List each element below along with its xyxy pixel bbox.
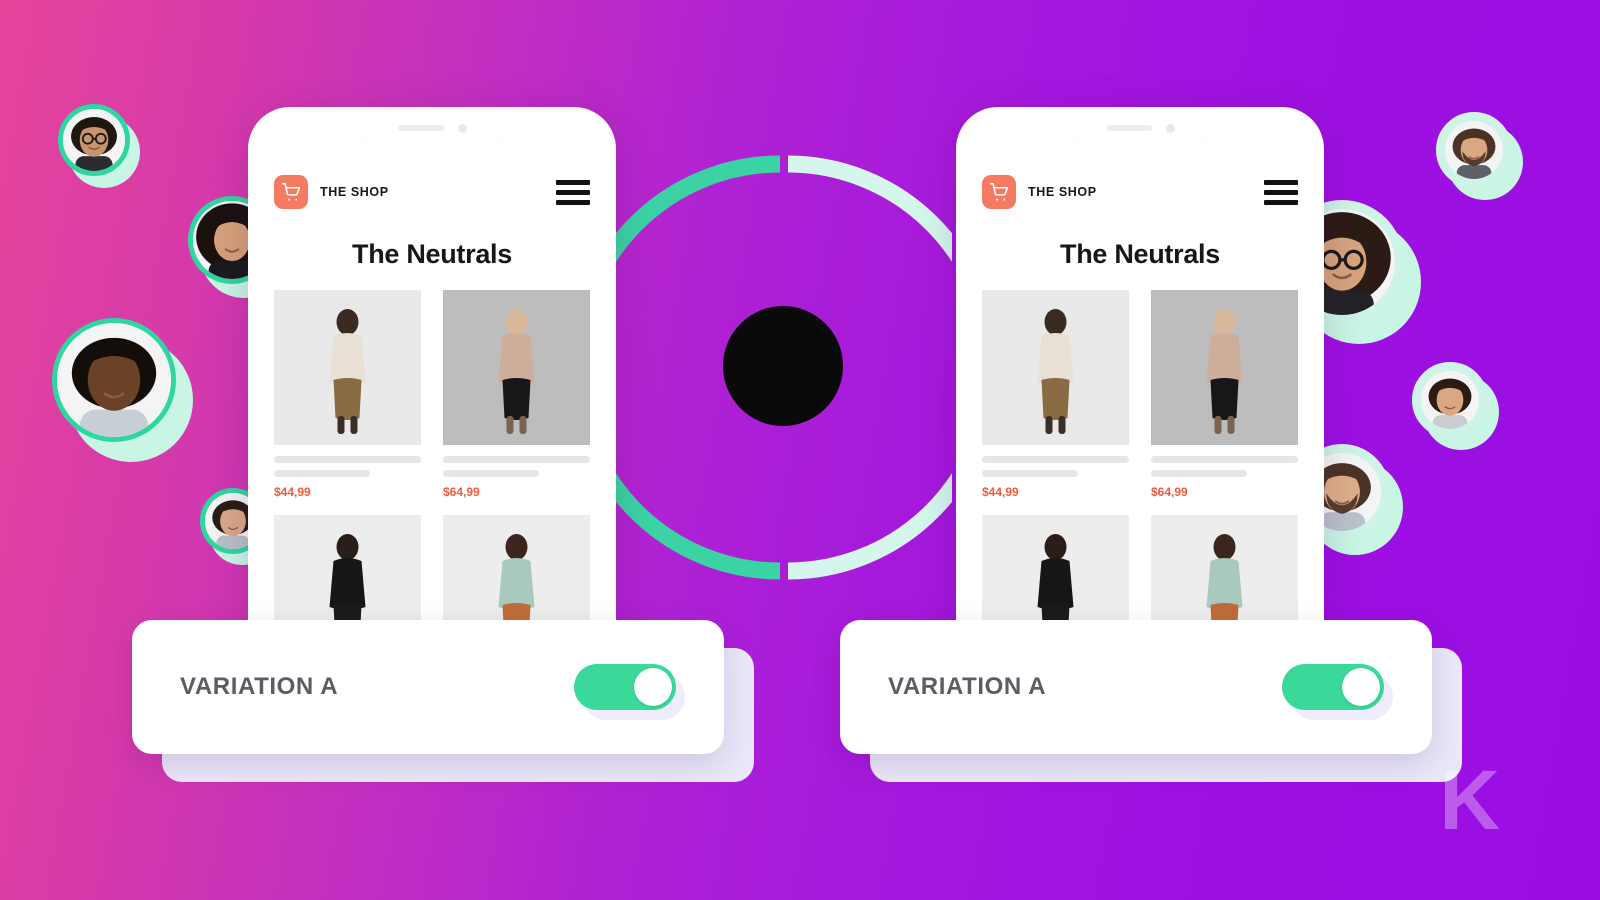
avatar-photo	[1445, 121, 1503, 179]
avatar-photo	[63, 109, 125, 171]
app-header: THE SHOP	[982, 175, 1298, 209]
product-image	[1151, 515, 1298, 627]
phone-right: THE SHOP The Neutrals $44,99 $64,99	[956, 107, 1324, 627]
product-grid: $44,99 $64,99	[274, 290, 590, 627]
variation-card-left: VARIATION A	[132, 620, 754, 782]
variation-card-surface: VARIATION A	[132, 620, 724, 754]
product-price: $64,99	[1151, 485, 1188, 499]
avatar-photo	[1421, 371, 1479, 429]
product-card[interactable]: $64,99	[443, 290, 590, 499]
toggle-wrapper	[574, 664, 685, 720]
variation-label: VARIATION A	[888, 673, 1047, 700]
avatar-woman-short-hair	[1412, 362, 1499, 451]
product-figure	[329, 534, 366, 627]
product-subtitle-placeholder	[274, 470, 370, 477]
page-title: The Neutrals	[352, 239, 512, 269]
avatar-ring	[58, 104, 130, 176]
phone-left: THE SHOP The Neutrals $44,99 $64,99	[248, 107, 616, 627]
product-figure	[1037, 309, 1074, 434]
product-price: $64,99	[443, 485, 480, 499]
avatar-man-beard-left	[1436, 112, 1523, 201]
brand-name: THE SHOP	[320, 185, 389, 199]
product-card[interactable]: $64,99	[1151, 290, 1298, 499]
front-camera-icon	[1165, 123, 1175, 133]
product-grid: $44,99 $64,99	[982, 290, 1298, 627]
hamburger-menu-icon[interactable]	[556, 179, 590, 205]
toggle-wrapper	[1282, 664, 1393, 720]
variation-card-right: VARIATION A	[840, 620, 1462, 782]
product-figure	[1206, 534, 1243, 627]
toggle-knob[interactable]	[1342, 668, 1380, 706]
product-subtitle-placeholder	[443, 470, 539, 477]
product-figure	[329, 309, 366, 434]
product-card[interactable]	[982, 515, 1129, 627]
page-title: The Neutrals	[1060, 239, 1220, 269]
product-card[interactable]: $44,99	[274, 290, 421, 499]
front-camera-icon	[457, 123, 467, 133]
product-title-placeholder	[1151, 456, 1298, 463]
avatar-photo	[57, 323, 171, 437]
phone-bezel: THE SHOP The Neutrals $44,99 $64,99	[964, 115, 1316, 627]
product-image	[1151, 290, 1298, 445]
product-price: $44,99	[274, 485, 311, 499]
earpiece-speaker	[1105, 125, 1152, 131]
phone-bezel: THE SHOP The Neutrals $44,99 $64,99	[256, 115, 608, 627]
phone-screen: THE SHOP The Neutrals $44,99 $64,99	[256, 141, 608, 627]
product-figure	[498, 309, 535, 434]
product-image	[443, 515, 590, 627]
variation-toggle[interactable]	[574, 664, 676, 710]
phone-screen: THE SHOP The Neutrals $44,99 $64,99	[964, 141, 1316, 627]
app-header: THE SHOP	[274, 175, 590, 209]
variation-card-surface: VARIATION A	[840, 620, 1432, 754]
product-image	[982, 515, 1129, 627]
shopping-cart-icon[interactable]	[274, 175, 308, 209]
product-subtitle-placeholder	[982, 470, 1078, 477]
shopping-cart-icon[interactable]	[982, 175, 1016, 209]
hamburger-menu-icon[interactable]	[1264, 179, 1298, 205]
product-figure	[498, 534, 535, 627]
avatar-ring	[1412, 362, 1488, 438]
phone-notch	[357, 115, 507, 141]
product-title-placeholder	[443, 456, 590, 463]
phone-notch	[1065, 115, 1215, 141]
toggle-knob[interactable]	[634, 668, 672, 706]
product-title-placeholder	[982, 456, 1129, 463]
earpiece-speaker	[397, 125, 444, 131]
product-card[interactable]	[1151, 515, 1298, 627]
product-card[interactable]: $44,99	[982, 290, 1129, 499]
product-figure	[1206, 309, 1243, 434]
avatar-man-smiling	[52, 318, 194, 462]
product-image	[443, 290, 590, 445]
product-card[interactable]	[274, 515, 421, 627]
brand-name: THE SHOP	[1028, 185, 1097, 199]
avatar-ring	[1436, 112, 1512, 188]
product-subtitle-placeholder	[1151, 470, 1247, 477]
center-dot	[723, 306, 843, 426]
avatar-man-glasses	[58, 104, 141, 188]
product-image	[982, 290, 1129, 445]
product-image	[274, 290, 421, 445]
product-figure	[1037, 534, 1074, 627]
product-title-placeholder	[274, 456, 421, 463]
watermark-logo: K	[1439, 753, 1500, 847]
product-card[interactable]	[443, 515, 590, 627]
avatar-ring	[52, 318, 176, 442]
product-price: $44,99	[982, 485, 1019, 499]
variation-label: VARIATION A	[180, 673, 339, 700]
variation-toggle[interactable]	[1282, 664, 1384, 710]
product-image	[274, 515, 421, 627]
